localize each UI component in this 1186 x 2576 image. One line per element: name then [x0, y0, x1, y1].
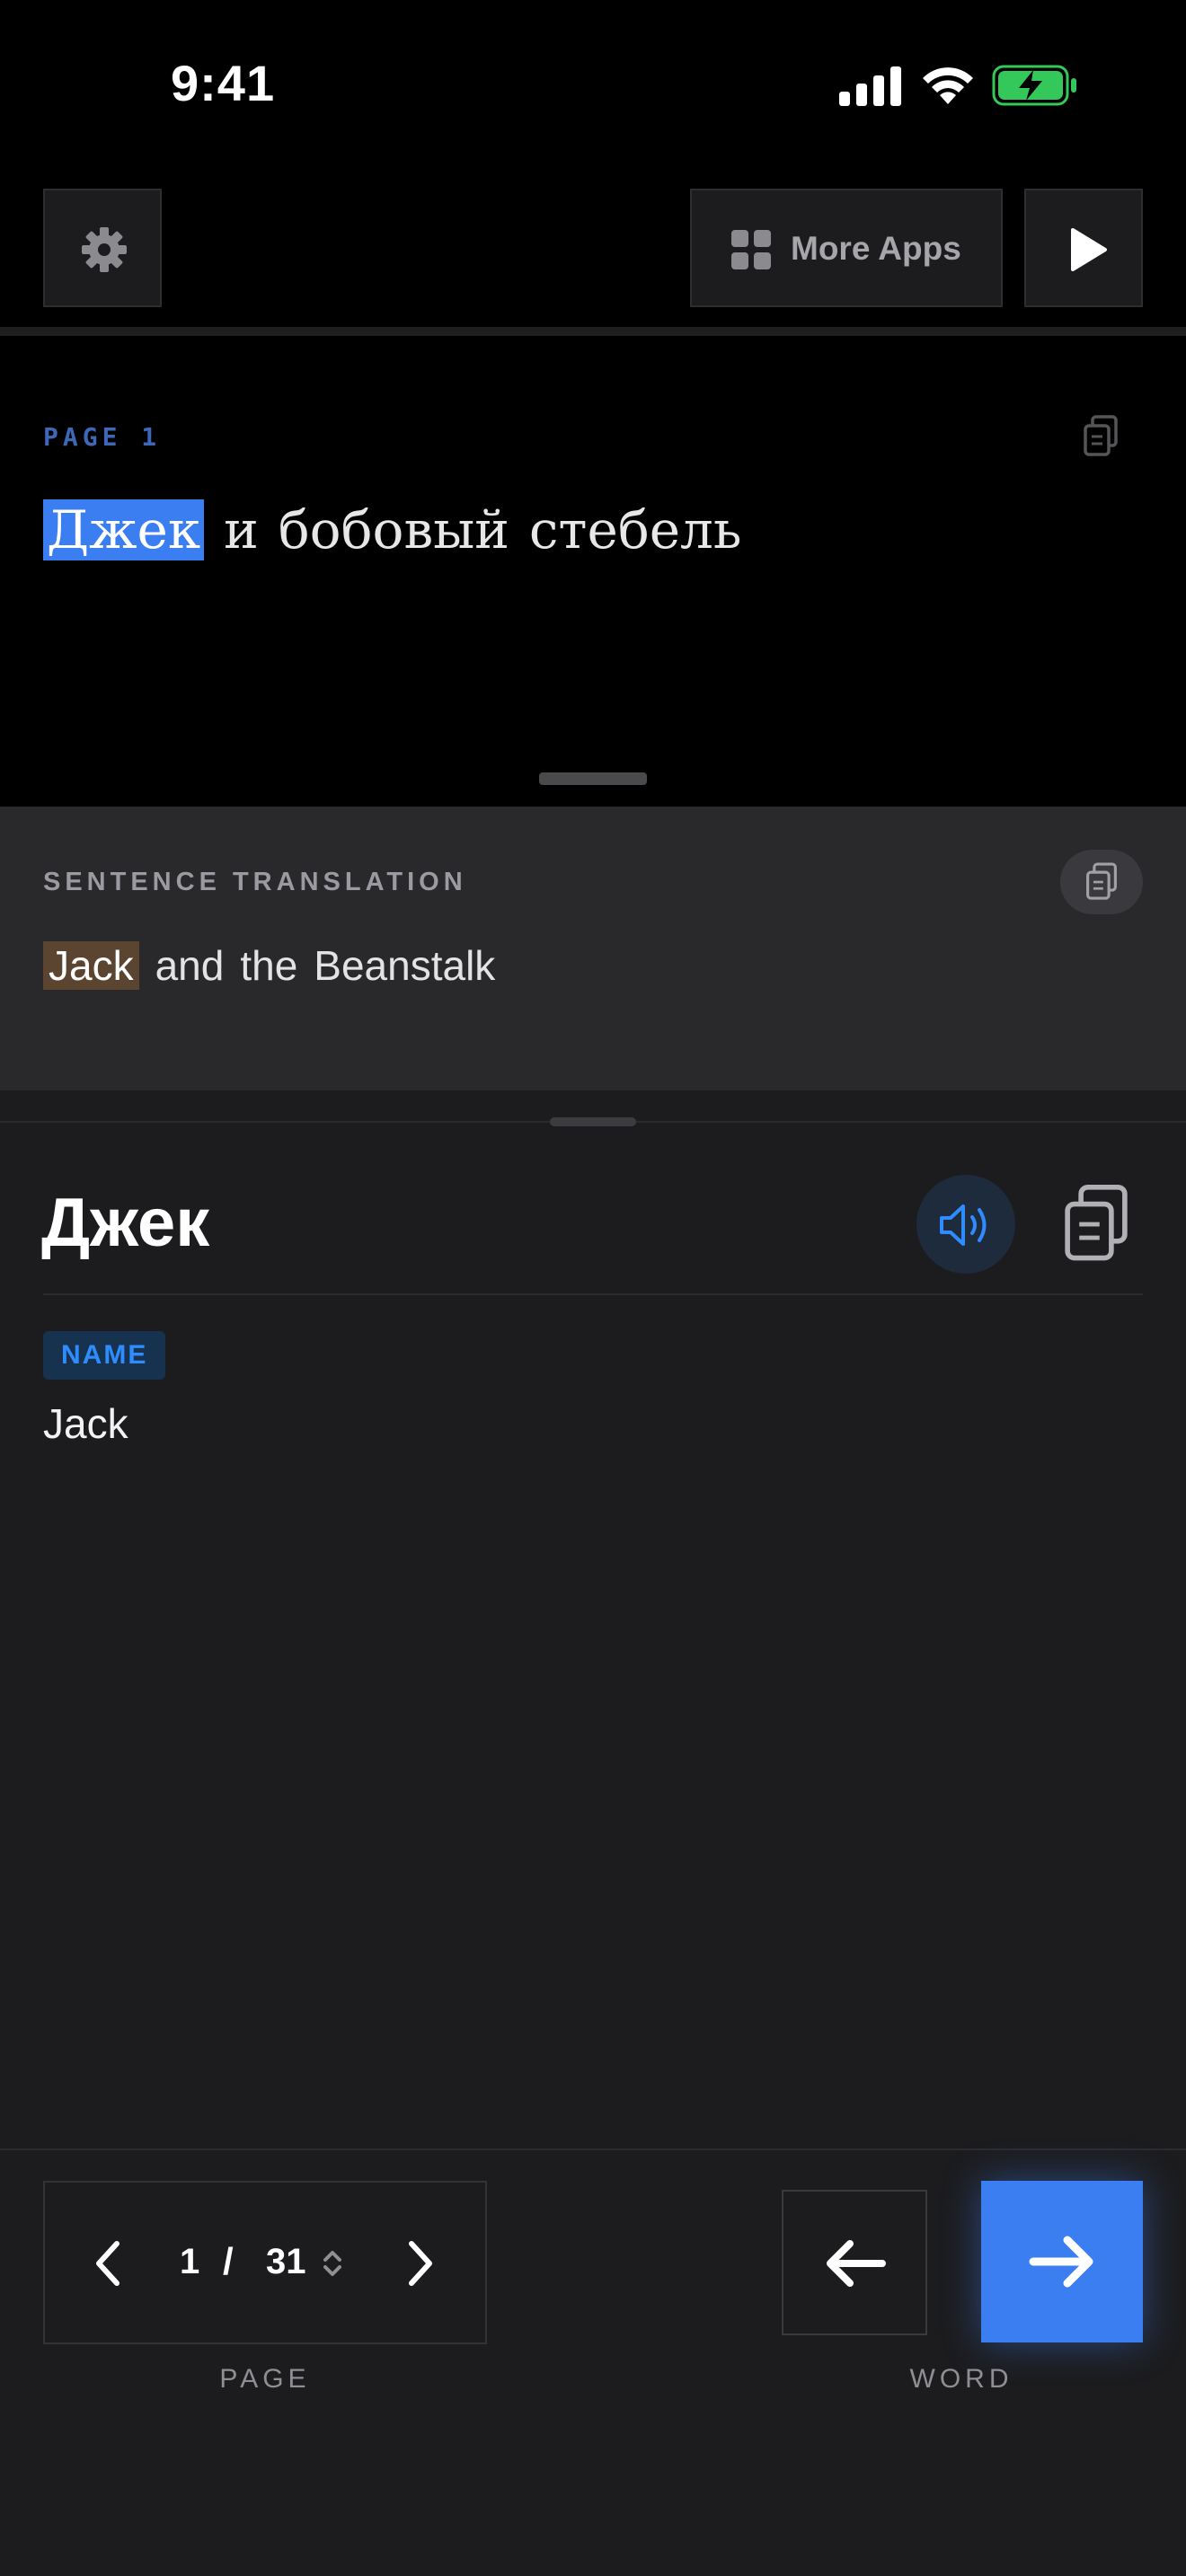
word-caption: WORD [909, 2364, 1013, 2394]
panel-resize-handle[interactable] [550, 1117, 636, 1126]
copy-page-icon[interactable] [1082, 415, 1120, 458]
translated-word-selected: Jack [43, 941, 139, 990]
selected-word-title: Джек [41, 1185, 210, 1261]
wifi-icon [923, 67, 973, 104]
current-page[interactable]: 1 [180, 2242, 199, 2282]
page-picker-chevron-icon[interactable] [320, 2245, 345, 2281]
speaker-icon [940, 1204, 987, 1246]
word-token[interactable]: стебель [529, 499, 742, 560]
play-icon [1071, 228, 1107, 271]
toolbar-divider [0, 327, 1186, 336]
next-word-button[interactable] [981, 2181, 1143, 2342]
copy-translation-button[interactable] [1060, 850, 1143, 914]
pronounce-button[interactable] [916, 1175, 1015, 1274]
translation-label: SENTENCE TRANSLATION [43, 868, 467, 896]
status-time: 9:41 [171, 55, 276, 111]
translated-word: and [155, 942, 225, 989]
word-divider [43, 1293, 1143, 1295]
copy-word-icon[interactable] [1060, 1184, 1132, 1265]
word-token-selected[interactable]: Джек [43, 499, 205, 560]
word-token[interactable]: бобовый [279, 499, 509, 560]
source-sentence: Джек и бобовый стебель [43, 499, 761, 560]
reader-resize-handle[interactable] [539, 772, 647, 785]
part-of-speech-badge: NAME [43, 1331, 166, 1380]
page-label: PAGE 1 [43, 422, 162, 452]
cellular-signal-icon [839, 66, 901, 106]
gear-icon [82, 227, 127, 272]
copy-icon [1086, 862, 1117, 900]
previous-page-icon[interactable] [90, 2238, 126, 2289]
battery-charging-icon [992, 65, 1076, 106]
more-apps-button[interactable]: More Apps [690, 189, 1003, 307]
next-page-icon[interactable] [403, 2238, 438, 2289]
play-button[interactable] [1024, 189, 1143, 307]
more-apps-label: More Apps [791, 230, 961, 267]
previous-word-button[interactable] [782, 2190, 927, 2335]
page-separator: / [223, 2240, 234, 2282]
word-meaning: Jack [43, 1400, 128, 1447]
word-token[interactable]: и [224, 499, 259, 560]
settings-button[interactable] [43, 189, 162, 307]
arrow-left-icon [827, 2240, 886, 2287]
arrow-right-icon [1029, 2236, 1093, 2288]
translated-sentence: Jack and the Beanstalk [43, 941, 511, 990]
grid-icon [731, 230, 771, 269]
bottom-divider [0, 2148, 1186, 2150]
translated-word: Beanstalk [314, 942, 496, 989]
top-toolbar [0, 171, 1186, 329]
translated-word: the [240, 942, 298, 989]
total-pages[interactable]: 31 [266, 2242, 306, 2282]
page-caption: PAGE [219, 2364, 311, 2394]
reader-area [0, 336, 1186, 807]
